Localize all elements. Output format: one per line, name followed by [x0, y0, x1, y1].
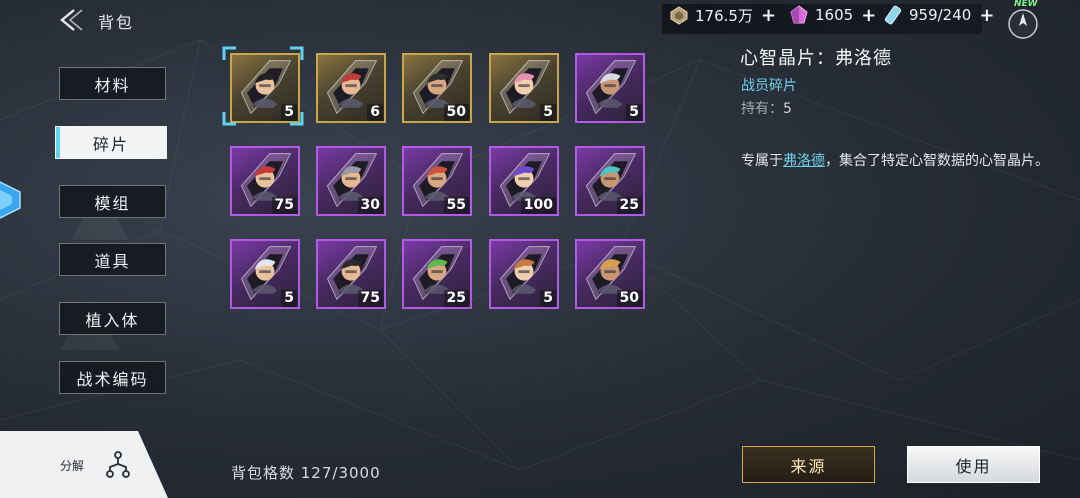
desc-prefix: 专属于 [741, 153, 783, 169]
add-crystals-button[interactable]: + [861, 5, 876, 26]
compass-icon[interactable] [1005, 4, 1041, 40]
add-stamina-button[interactable]: + [979, 5, 994, 26]
nav-implants[interactable]: 植入体 [59, 302, 166, 335]
fragment-item[interactable]: 75 [316, 239, 386, 309]
nav-tactical-codes[interactable]: 战术编码 [59, 361, 166, 394]
item-count: 5 [540, 290, 556, 307]
gem-icon[interactable] [0, 178, 22, 222]
new-badge: NEW [1014, 0, 1038, 9]
fragment-item[interactable]: 50 [575, 239, 645, 309]
item-count: 5 [281, 104, 297, 121]
item-count: 75 [271, 197, 297, 214]
decompose-label: 分解 [60, 459, 85, 473]
item-count: 25 [443, 290, 469, 307]
nav-props[interactable]: 道具 [59, 243, 166, 276]
fragment-item[interactable]: 5 [489, 53, 559, 123]
fragment-item[interactable]: 75 [230, 146, 300, 216]
nav-materials[interactable]: 材料 [59, 67, 166, 100]
owned-label: 持有： [741, 101, 783, 117]
credits-value: 176.5万 [695, 6, 753, 25]
item-count: 30 [357, 197, 383, 214]
item-type: 战员碎片 [741, 78, 797, 94]
item-count: 5 [540, 104, 556, 121]
item-count: 5 [626, 104, 642, 121]
item-count: 5 [281, 290, 297, 307]
fragment-item[interactable]: 5 [489, 239, 559, 309]
decompose-icon [106, 451, 130, 478]
item-description: 专属于弗洛德，集合了特定心智数据的心智晶片。 [741, 149, 1061, 173]
inventory-capacity: 背包格数 127/3000 [231, 464, 381, 482]
item-count: 100 [520, 197, 556, 214]
back-arrow-icon[interactable] [58, 8, 86, 32]
stamina-icon [884, 5, 902, 25]
item-owned: 持有：5 [741, 98, 792, 118]
resource-credits: 176.5万 + [668, 4, 776, 26]
fragment-item[interactable]: 30 [316, 146, 386, 216]
fragment-item[interactable]: 5 [575, 53, 645, 123]
item-count: 50 [616, 290, 642, 307]
fragment-item[interactable]: 6 [316, 53, 386, 123]
add-credits-button[interactable]: + [761, 5, 776, 26]
fragment-item[interactable]: 55 [402, 146, 472, 216]
fragment-item[interactable]: 100 [489, 146, 559, 216]
item-count: 6 [367, 104, 383, 121]
source-button[interactable]: 来源 [742, 446, 875, 483]
item-count: 50 [443, 104, 469, 121]
fragment-item[interactable]: 25 [575, 146, 645, 216]
credit-icon [670, 6, 688, 25]
item-count: 25 [616, 197, 642, 214]
item-count: 55 [443, 197, 469, 214]
nav-modules[interactable]: 模组 [59, 185, 166, 218]
nav-fragments[interactable]: 碎片 [55, 126, 167, 159]
page-title: 背包 [98, 13, 135, 32]
fragment-item[interactable]: 50 [402, 53, 472, 123]
stamina-value: 959/240 [909, 6, 972, 24]
owned-value: 5 [783, 101, 792, 117]
crystals-value: 1605 [815, 6, 854, 24]
fragment-item[interactable]: 25 [402, 239, 472, 309]
fragment-item[interactable]: 5 [230, 53, 300, 123]
fragment-item[interactable]: 5 [230, 239, 300, 309]
item-name: 心智晶片：弗洛德 [740, 48, 892, 69]
character-link[interactable]: 弗洛德 [783, 153, 825, 169]
desc-suffix: ，集合了特定心智数据的心智晶片。 [825, 153, 1049, 169]
use-button[interactable]: 使用 [907, 446, 1040, 483]
resource-crystals: 1605 + [788, 4, 876, 26]
resource-stamina: 959/240 + [882, 4, 994, 26]
item-count: 75 [357, 290, 383, 307]
crystal-icon [790, 5, 808, 24]
